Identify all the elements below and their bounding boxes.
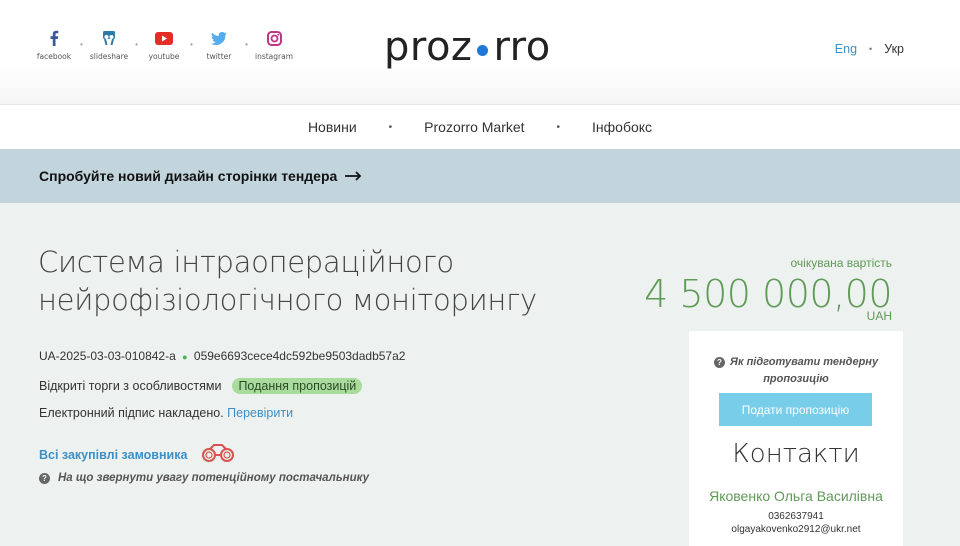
- contact-email[interactable]: olgayakovenko2912@ukr.net: [689, 524, 903, 535]
- banner-text: Спробуйте новий дизайн сторінки тендера: [39, 168, 338, 184]
- tender-title: Система інтраопераційного нейрофізіологі…: [38, 245, 537, 317]
- tender-hash: 059e6693cece4dc592be9503dadb57a2: [193, 349, 406, 363]
- slideshare-icon: [101, 28, 117, 48]
- instagram-link[interactable]: instagram: [254, 28, 294, 61]
- facebook-icon: [49, 28, 59, 48]
- facebook-label: facebook: [36, 52, 72, 61]
- arrow-right-icon: [345, 168, 362, 184]
- tender-id: UA-2025-03-03-010842-a: [39, 349, 176, 363]
- question-icon: ?: [39, 472, 50, 484]
- all-purchases-label: Всі закупівлі замовника: [39, 447, 188, 462]
- tender-ids: UA-2025-03-03-010842-a ● 059e6693cece4dc…: [39, 349, 405, 363]
- facebook-link[interactable]: facebook: [34, 28, 74, 61]
- logo-dot: [477, 44, 489, 56]
- howto-text: Як підготувати тендерну пропозицію: [729, 356, 879, 385]
- slideshare-label: slideshare: [89, 52, 129, 61]
- dot-icon: ●: [182, 352, 188, 362]
- youtube-icon: [155, 28, 173, 48]
- instagram-icon: [266, 28, 282, 48]
- slideshare-link[interactable]: slideshare: [89, 28, 129, 61]
- contacts-title: Контакти: [732, 439, 860, 469]
- nav-item-infobox[interactable]: Інфобокс: [592, 119, 652, 135]
- status-badge: Подання пропозицій: [232, 378, 363, 394]
- currency: UAH: [866, 309, 892, 323]
- howto-link[interactable]: ? Як підготувати тендерну пропозицію: [689, 354, 903, 388]
- logo-text-left: proz: [384, 24, 473, 70]
- tender-side-card: ? Як підготувати тендерну пропозицію Пода…: [689, 331, 903, 546]
- lang-ukr[interactable]: Укр: [884, 42, 904, 56]
- signature-text: Електронний підпис накладено.: [39, 406, 224, 420]
- attention-text: На що звернути увагу потенційному постач…: [58, 472, 369, 484]
- language-switcher: Eng • Укр: [834, 42, 904, 56]
- nav-item-market[interactable]: Prozorro Market: [424, 119, 524, 135]
- lang-eng[interactable]: Eng: [835, 42, 857, 56]
- procedure-row: Відкриті торги з особливостями Подання п…: [39, 378, 363, 394]
- prozorro-logo[interactable]: proz rro: [384, 24, 551, 70]
- signature-row: Електронний підпис накладено. Перевірити: [39, 406, 293, 420]
- expected-amount: 4 500 000,00: [644, 272, 892, 316]
- all-purchases-link[interactable]: Всі закупівлі замовника: [39, 443, 235, 466]
- youtube-link[interactable]: youtube: [144, 28, 184, 61]
- binoculars-icon: [201, 443, 235, 466]
- instagram-label: instagram: [254, 52, 294, 61]
- main-nav: Новини • Prozorro Market • Інфобокс: [0, 104, 960, 149]
- nav-item-news[interactable]: Новини: [308, 119, 357, 135]
- youtube-label: youtube: [148, 52, 180, 61]
- top-header: facebook • slideshare • youtube • twitte…: [0, 0, 960, 104]
- submit-proposal-button[interactable]: Подати пропозицію: [719, 393, 872, 426]
- question-icon: ?: [713, 356, 725, 368]
- twitter-label: twitter: [206, 52, 232, 61]
- contact-name: Яковенко Ольга Василівна: [709, 488, 883, 504]
- twitter-icon: [211, 28, 227, 48]
- twitter-link[interactable]: twitter: [199, 28, 239, 61]
- procedure-type: Відкриті торги з особливостями: [39, 379, 222, 393]
- verify-link[interactable]: Перевірити: [227, 406, 293, 420]
- attention-link[interactable]: ? На що звернути увагу потенційному пост…: [39, 472, 369, 484]
- expected-value-label: очікувана вартість: [790, 256, 893, 270]
- social-links: facebook • slideshare • youtube • twitte…: [34, 28, 294, 61]
- logo-text-right: rro: [493, 24, 551, 70]
- new-design-banner[interactable]: Спробуйте новий дизайн сторінки тендера: [0, 149, 960, 203]
- contact-phone: 0362637941: [768, 511, 824, 522]
